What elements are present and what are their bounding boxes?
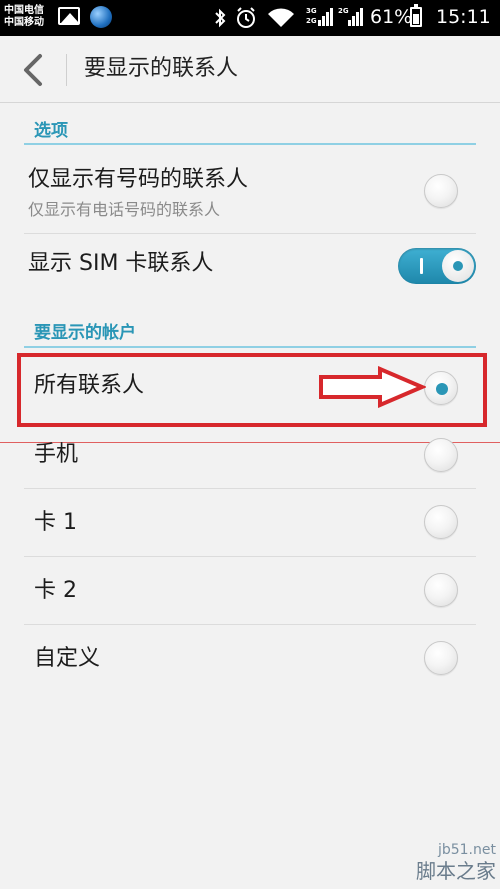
action-bar: 要显示的联系人	[0, 36, 500, 103]
bluetooth-icon	[215, 8, 226, 28]
toggle-on-indicator	[420, 258, 423, 274]
net-label-2: 2G	[306, 17, 317, 25]
section-divider	[24, 143, 476, 145]
row-divider	[24, 233, 476, 234]
account-label: 卡 1	[34, 510, 77, 535]
carrier-1: 中国电信	[4, 5, 44, 16]
toggle-knob	[442, 250, 474, 282]
signal-icon-2	[348, 8, 366, 26]
row-divider	[24, 624, 476, 625]
account-label: 手机	[34, 442, 79, 467]
back-button[interactable]	[14, 50, 54, 90]
radio-button[interactable]	[424, 573, 458, 607]
option-title: 显示 SIM 卡联系人	[28, 251, 214, 276]
sim-toggle-switch[interactable]	[398, 248, 476, 284]
option-title: 仅显示有号码的联系人	[28, 167, 249, 192]
option-subtitle: 仅显示有电话号码的联系人	[28, 200, 221, 219]
chevron-left-icon	[24, 54, 42, 86]
title-divider	[66, 54, 67, 86]
section-header-accounts: 要显示的帐户	[34, 323, 136, 343]
account-label: 卡 2	[34, 578, 77, 603]
battery-icon	[410, 4, 422, 27]
globe-icon	[90, 6, 112, 28]
watermark: jb51.net 脚本之家	[416, 841, 496, 883]
section-header-options: 选项	[34, 121, 68, 141]
battery-percent: 61%	[370, 6, 413, 28]
row-divider	[24, 488, 476, 489]
radio-button[interactable]	[424, 505, 458, 539]
page-title: 要显示的联系人	[84, 56, 239, 81]
net-label-1: 3G	[306, 7, 317, 15]
radio-button[interactable]	[424, 641, 458, 675]
watermark-text: 脚本之家	[416, 859, 496, 883]
account-label: 自定义	[34, 646, 101, 671]
gallery-icon	[58, 7, 80, 25]
annotation-arrow-icon	[319, 366, 426, 408]
watermark-url: jb51.net	[437, 842, 496, 858]
section-divider	[24, 346, 476, 348]
status-bar: 中国电信 中国移动 3G 2G 2G 61% 15:11	[0, 0, 500, 36]
carrier-2: 中国移动	[4, 17, 44, 28]
radio-button[interactable]	[424, 174, 458, 208]
radio-button[interactable]	[424, 438, 458, 472]
clock: 15:11	[436, 6, 491, 28]
carrier-labels: 中国电信 中国移动	[4, 5, 44, 29]
signal-icon	[318, 8, 336, 26]
row-divider	[24, 556, 476, 557]
wifi-icon	[268, 8, 294, 27]
alarm-icon	[237, 7, 255, 28]
